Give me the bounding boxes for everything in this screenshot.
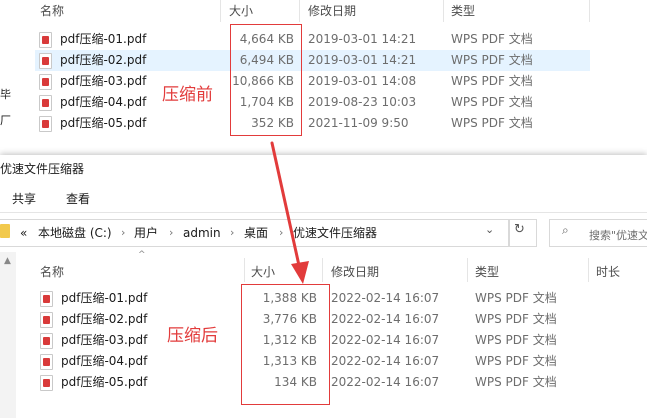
arrow-head	[291, 261, 309, 284]
comparison-arrow	[270, 141, 309, 284]
arrow-shaft	[270, 141, 302, 272]
